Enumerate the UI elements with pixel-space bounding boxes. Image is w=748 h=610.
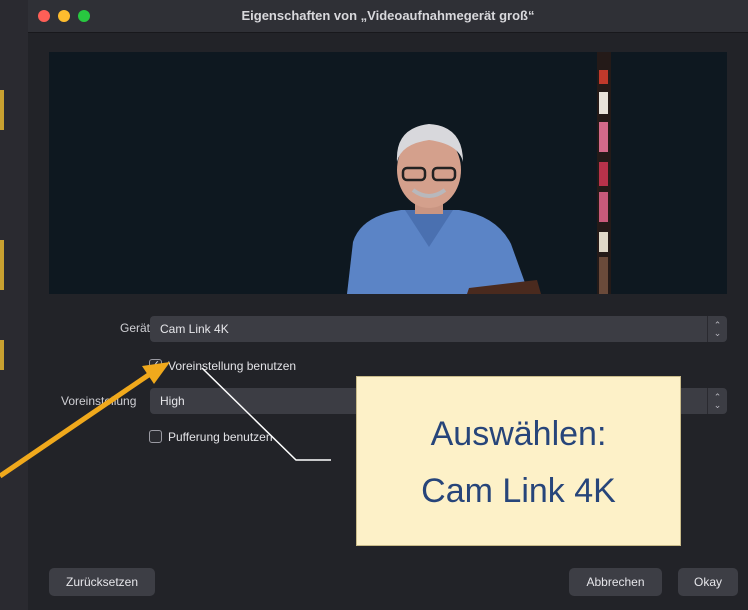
callout-line1: Auswählen: (430, 415, 607, 453)
preset-select-value: High (160, 394, 185, 408)
background-app-strip (0, 0, 28, 610)
background-marker (0, 90, 4, 130)
callout-line2: Cam Link 4K (421, 472, 616, 510)
buffering-label: Pufferung benutzen (168, 430, 273, 444)
person-preview-image (49, 52, 727, 294)
reset-button[interactable]: Zurücksetzen (49, 568, 155, 596)
ok-button[interactable]: Okay (678, 568, 738, 596)
background-marker (0, 340, 4, 370)
device-label: Gerät (120, 321, 151, 335)
cancel-button[interactable]: Abbrechen (569, 568, 662, 596)
window-title: Eigenschaften von „Videoaufnahmegerät gr… (241, 8, 535, 23)
use-preset-label: Voreinstellung benutzen (168, 359, 297, 373)
device-select-value: Cam Link 4K (160, 322, 229, 336)
chevron-updown-icon: ⌃ ⌄ (707, 316, 727, 342)
camera-preview (49, 52, 727, 294)
device-select[interactable]: Cam Link 4K ⌃ ⌄ (150, 316, 727, 342)
use-preset-checkbox[interactable]: ✓ (149, 359, 162, 372)
chevron-updown-icon: ⌃ ⌄ (707, 388, 727, 414)
background-marker (0, 240, 4, 290)
annotation-callout: Auswählen: Cam Link 4K (356, 376, 681, 546)
buffering-checkbox[interactable] (149, 430, 162, 443)
title-bar: Eigenschaften von „Videoaufnahmegerät gr… (28, 0, 748, 33)
preset-label: Voreinstellung (61, 394, 137, 408)
